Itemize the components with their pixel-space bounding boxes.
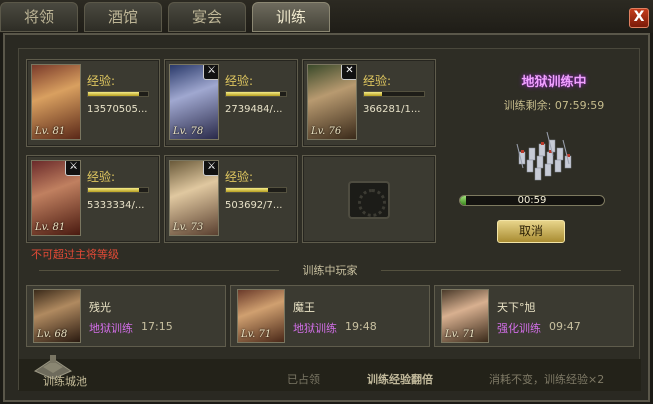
player-name: 残光: [89, 301, 111, 314]
troops-formation-icon: [516, 131, 572, 181]
exp-bar: [225, 91, 287, 97]
player-card-2[interactable]: Lv. 71 魔王 地狱训练 19:48: [230, 285, 430, 347]
training-city-footer: 训练城池 已占领 训练经验翻倍 消耗不变，训练经验×2: [19, 355, 641, 391]
general-portrait: ✕ Lv. 76: [307, 64, 357, 140]
player-training-time: 09:47: [549, 320, 581, 333]
exp-bar-fill: [88, 92, 139, 96]
training-progress-text: 00:59: [517, 195, 547, 206]
training-slot-empty[interactable]: [302, 155, 436, 243]
training-slot-4[interactable]: ⚔ Lv. 81 经验: 5333334/... 不可超过主将等级: [26, 155, 160, 261]
tab-banquet[interactable]: 宴会: [168, 2, 246, 32]
training-remaining-time: 训练剩余: 07:59:59: [503, 99, 605, 112]
player-training-mode: 强化训练: [497, 322, 541, 335]
training-slot-5[interactable]: ⚔ Lv. 73 经验: 503692/7...: [164, 155, 298, 243]
general-level: Lv. 81: [35, 126, 66, 137]
tab-generals[interactable]: 将领: [0, 2, 78, 32]
player-training-mode: 地狱训练: [293, 322, 337, 335]
training-slot-1[interactable]: Lv. 81 经验: 13570505...: [26, 59, 160, 147]
player-training-time: 17:15: [141, 320, 173, 333]
player-training-time: 19:48: [345, 320, 377, 333]
exp-bar-fill: [364, 92, 382, 96]
training-slot-2[interactable]: ⚔ Lv. 78 经验: 2739484/...: [164, 59, 298, 147]
training-slot-3[interactable]: ✕ Lv. 76 经验: 366281/1...: [302, 59, 436, 147]
double-exp-label: 训练经验翻倍: [367, 373, 433, 386]
player-card-1[interactable]: Lv. 68 残光 地狱训练 17:15: [26, 285, 226, 347]
exp-value: 5333334/...: [87, 200, 145, 211]
training-panel: Lv. 81 经验: 13570505... ⚔ Lv. 78 经验: 2739…: [3, 33, 650, 402]
cancel-training-button[interactable]: 取消: [497, 220, 565, 243]
training-city-label[interactable]: 训练城池: [43, 373, 87, 389]
player-name: 魔王: [293, 301, 315, 314]
general-portrait: Lv. 81: [31, 64, 81, 140]
weapon-badge-icon: ✕: [341, 65, 356, 80]
exp-label: 经验:: [225, 74, 254, 88]
general-portrait: ⚔ Lv. 78: [169, 64, 219, 140]
player-name: 天下°旭: [497, 301, 536, 314]
tab-training[interactable]: 训练: [252, 2, 330, 32]
exp-bar: [225, 187, 287, 193]
empty-slot-emblem-icon: [348, 181, 390, 219]
exp-value: 366281/1...: [363, 104, 421, 115]
weapon-badge-icon: ⚔: [203, 161, 218, 176]
weapon-badge-icon: ⚔: [65, 161, 80, 176]
player-level: Lv. 68: [37, 329, 68, 340]
player-portrait: Lv. 68: [33, 289, 81, 343]
exp-value: 2739484/...: [225, 104, 283, 115]
exp-bar: [363, 91, 425, 97]
exp-value: 503692/7...: [225, 200, 283, 211]
general-level: Lv. 73: [173, 222, 204, 233]
exp-bar-fill: [226, 92, 280, 96]
exp-label: 经验:: [225, 170, 254, 184]
players-section-title: 训练中玩家: [279, 262, 381, 278]
training-status-title: 地狱训练中: [521, 75, 587, 90]
player-card-3[interactable]: Lv. 71 天下°旭 强化训练 09:47: [434, 285, 634, 347]
general-level: Lv. 81: [35, 222, 66, 233]
level-cap-warning: 不可超过主将等级: [31, 248, 119, 261]
player-level: Lv. 71: [445, 329, 476, 340]
tab-tavern[interactable]: 酒馆: [84, 2, 162, 32]
exp-bar-fill: [88, 188, 139, 192]
general-portrait: ⚔ Lv. 73: [169, 160, 219, 236]
exp-bar: [87, 91, 149, 97]
player-portrait: Lv. 71: [237, 289, 285, 343]
general-level: Lv. 76: [311, 126, 342, 137]
exp-bar-fill: [226, 188, 268, 192]
player-portrait: Lv. 71: [441, 289, 489, 343]
occupied-status: 已占领: [287, 373, 320, 386]
general-level: Lv. 78: [173, 126, 204, 137]
exp-label: 经验:: [87, 74, 116, 88]
exp-label: 经验:: [87, 170, 116, 184]
exp-label: 经验:: [363, 74, 392, 88]
tab-bar: 将领 酒馆 宴会 训练 X: [0, 0, 653, 33]
player-level: Lv. 71: [241, 329, 272, 340]
player-training-mode: 地狱训练: [89, 322, 133, 335]
training-content: Lv. 81 经验: 13570505... ⚔ Lv. 78 经验: 2739…: [18, 48, 641, 391]
close-icon[interactable]: X: [629, 8, 649, 28]
exp-bar: [87, 187, 149, 193]
general-portrait: ⚔ Lv. 81: [31, 160, 81, 236]
weapon-badge-icon: ⚔: [203, 65, 218, 80]
exp-value: 13570505...: [87, 104, 148, 115]
cost-note: 消耗不变，训练经验×2: [489, 373, 605, 386]
training-progress-bar: 00:59: [459, 195, 605, 206]
